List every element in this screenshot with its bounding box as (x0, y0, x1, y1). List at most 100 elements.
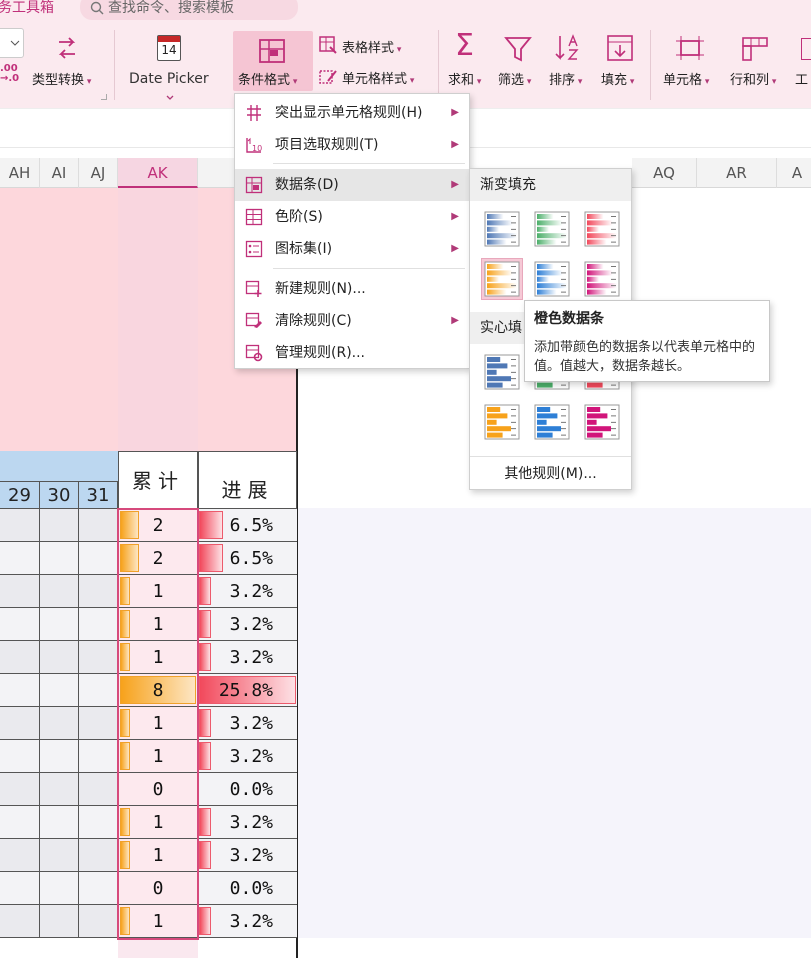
more-rules-item[interactable]: 其他规则(M)... (470, 459, 631, 489)
magenta-solid-tile[interactable] (582, 402, 622, 442)
day-cell[interactable] (40, 905, 79, 938)
orange-solid-tile[interactable] (482, 402, 522, 442)
day-cell[interactable] (0, 542, 40, 575)
new-rule-icon (245, 280, 262, 297)
day-cell[interactable] (79, 839, 118, 872)
green-gradient-tile[interactable] (532, 209, 572, 249)
day-cell[interactable] (0, 641, 40, 674)
day-cell[interactable] (40, 641, 79, 674)
orange-gradient-tile[interactable] (481, 258, 523, 300)
day-cell[interactable] (79, 542, 118, 575)
day-header-31: 31 (79, 481, 118, 509)
empty-grid-area[interactable] (298, 508, 811, 938)
day-cell[interactable] (79, 674, 118, 707)
progress-value: 25.8% (218, 680, 273, 701)
day-cell[interactable] (79, 608, 118, 641)
menu-item-top-rules[interactable]: 10 项目选取规则(T) ▶ (235, 129, 469, 161)
day-cell[interactable] (40, 575, 79, 608)
table-style-button[interactable]: 表格样式 ▾ (342, 37, 401, 56)
day-cell[interactable] (0, 509, 40, 542)
day-cell[interactable] (40, 707, 79, 740)
toolbox-tab[interactable]: 务工具箱 (0, 0, 54, 17)
type-convert-button[interactable]: 类型转换 ▾ (32, 69, 91, 88)
fill-button[interactable]: 填充 ▾ (601, 69, 634, 88)
day-cell[interactable] (40, 740, 79, 773)
blue-gradient-tile[interactable] (532, 259, 572, 299)
column-header-ai[interactable]: AI (40, 158, 79, 188)
day-cell[interactable] (0, 839, 40, 872)
column-header-ah[interactable]: AH (0, 158, 40, 188)
day-cell[interactable] (79, 641, 118, 674)
cell-style-button[interactable]: 单元格样式 ▾ (342, 68, 414, 87)
conditional-format-button[interactable]: 条件格式 ▾ (233, 31, 313, 91)
filter-button[interactable]: 筛选 ▾ (498, 69, 531, 88)
day-cell[interactable] (79, 575, 118, 608)
steel-solid-tile[interactable] (482, 352, 522, 392)
group-launcher[interactable] (101, 94, 107, 100)
day-cell[interactable] (40, 806, 79, 839)
day-cell[interactable] (0, 806, 40, 839)
progress-value: 3.2% (229, 845, 273, 866)
column-header-aj[interactable]: AJ (79, 158, 118, 188)
column-header-aq[interactable]: AQ (632, 158, 697, 188)
day-cell[interactable] (40, 608, 79, 641)
command-search[interactable]: 查找命令、搜索模板 (80, 0, 298, 20)
day-cell[interactable] (79, 872, 118, 905)
menu-item-databar[interactable]: 数据条(D) ▶ (235, 169, 469, 201)
manage-rules-icon (245, 344, 263, 362)
cell-button[interactable]: 单元格 ▾ (663, 69, 709, 88)
progress-header: 进展 (198, 451, 297, 509)
menu-item-clear-rules[interactable]: 清除规则(C) ▶ (235, 305, 469, 337)
day-cell[interactable] (79, 740, 118, 773)
day-cell[interactable] (0, 575, 40, 608)
day-cell[interactable] (40, 839, 79, 872)
menu-item-manage-rules[interactable]: 管理规则(R)... (235, 337, 469, 369)
menu-item-label: 新建规则(N)... (275, 281, 366, 297)
day-cell[interactable] (40, 509, 79, 542)
sum-button[interactable]: 求和 ▾ (448, 69, 481, 88)
day-cell[interactable] (40, 674, 79, 707)
day-cell[interactable] (40, 872, 79, 905)
menu-item-new-rule[interactable]: 新建规则(N)... (235, 273, 469, 305)
day-cell[interactable] (0, 740, 40, 773)
clear-rules-icon (245, 312, 262, 328)
menu-item-color-scale[interactable]: 色阶(S) ▶ (235, 201, 469, 233)
ribbon: 务工具箱 查找命令、搜索模板 .00 →.0 类型转换 ▾ 14 Date Pic… (0, 0, 811, 108)
databar-icon (245, 176, 263, 194)
menu-item-label: 项目选取规则(T) (275, 137, 379, 153)
date-picker-button[interactable]: Date Picker (129, 71, 209, 87)
day-cell[interactable] (79, 773, 118, 806)
day-cell[interactable] (0, 674, 40, 707)
day-cell[interactable] (79, 707, 118, 740)
work-button[interactable]: 工 (795, 69, 808, 88)
steel-gradient-tile[interactable] (482, 209, 522, 249)
day-cell[interactable] (0, 707, 40, 740)
calendar-icon: 14 (157, 35, 181, 61)
menu-item-highlight-rules[interactable]: 突出显示单元格规则(H) ▶ (235, 97, 469, 129)
day-cell[interactable] (79, 905, 118, 938)
day-cell[interactable] (40, 773, 79, 806)
blue-solid-tile[interactable] (532, 402, 572, 442)
menu-item-icon-set[interactable]: 图标集(I) ▶ (235, 233, 469, 265)
icon-set-icon (245, 240, 263, 258)
sum-icon: Σ (455, 28, 474, 63)
day-cell[interactable] (0, 872, 40, 905)
red-gradient-tile[interactable] (582, 209, 622, 249)
column-header-as[interactable]: A (777, 158, 811, 188)
column-header-row: AH AI AJ AK (0, 158, 234, 188)
column-header-ak[interactable]: AK (118, 158, 198, 188)
sort-button[interactable]: 排序 ▾ (549, 69, 582, 88)
day-cell[interactable] (40, 542, 79, 575)
conditional-format-icon (259, 39, 285, 63)
day-cell[interactable] (79, 509, 118, 542)
progress-value: 3.2% (229, 647, 273, 668)
column-header-ar[interactable]: AR (697, 158, 777, 188)
row-col-button[interactable]: 行和列 ▾ (730, 69, 776, 88)
menu-item-label: 突出显示单元格规则(H) (275, 105, 423, 121)
day-cell[interactable] (0, 905, 40, 938)
day-cell[interactable] (0, 773, 40, 806)
day-cell[interactable] (0, 608, 40, 641)
color-scale-icon (245, 208, 263, 226)
day-cell[interactable] (79, 806, 118, 839)
magenta-gradient-tile[interactable] (582, 259, 622, 299)
